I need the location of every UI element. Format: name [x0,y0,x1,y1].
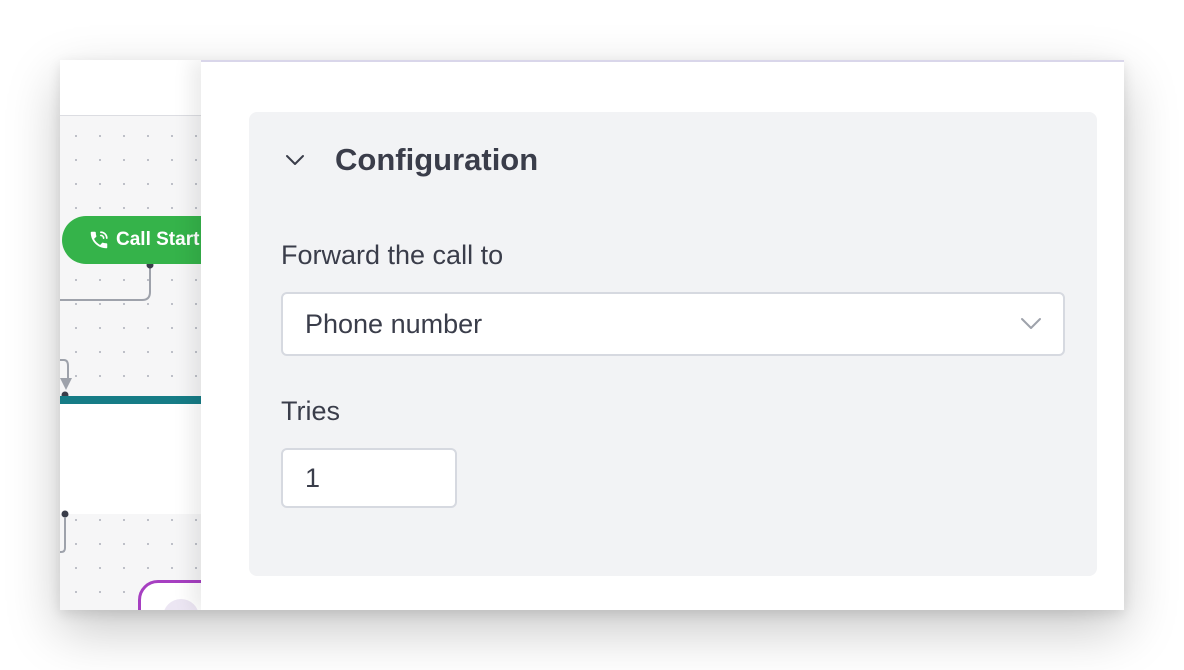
flow-connection-bar [60,396,210,404]
node-settings-drawer: Configuration Forward the call to Phone … [201,60,1124,610]
dropdown-chevron-icon [1019,314,1043,334]
configuration-section: Configuration Forward the call to Phone … [249,112,1097,576]
tries-label: Tries [281,396,340,426]
flow-canvas[interactable]: Call Start [60,60,210,610]
node-connectors [60,261,154,553]
section-title: Configuration [335,142,539,177]
forward-call-select[interactable]: Phone number [281,292,1065,356]
tries-input[interactable] [281,448,457,508]
call-start-node[interactable]: Call Start [62,216,210,264]
flow-node-purple[interactable] [138,580,210,610]
forward-call-label: Forward the call to [281,240,504,270]
app-window: Call Start Configuration Forward the cal… [60,60,1124,610]
phone-call-icon [88,229,110,251]
call-start-label: Call Start [116,229,200,250]
forward-call-value: Phone number [305,308,483,339]
node-avatar [163,599,199,610]
chevron-down-icon [283,148,307,172]
configuration-toggle[interactable]: Configuration [283,142,538,178]
